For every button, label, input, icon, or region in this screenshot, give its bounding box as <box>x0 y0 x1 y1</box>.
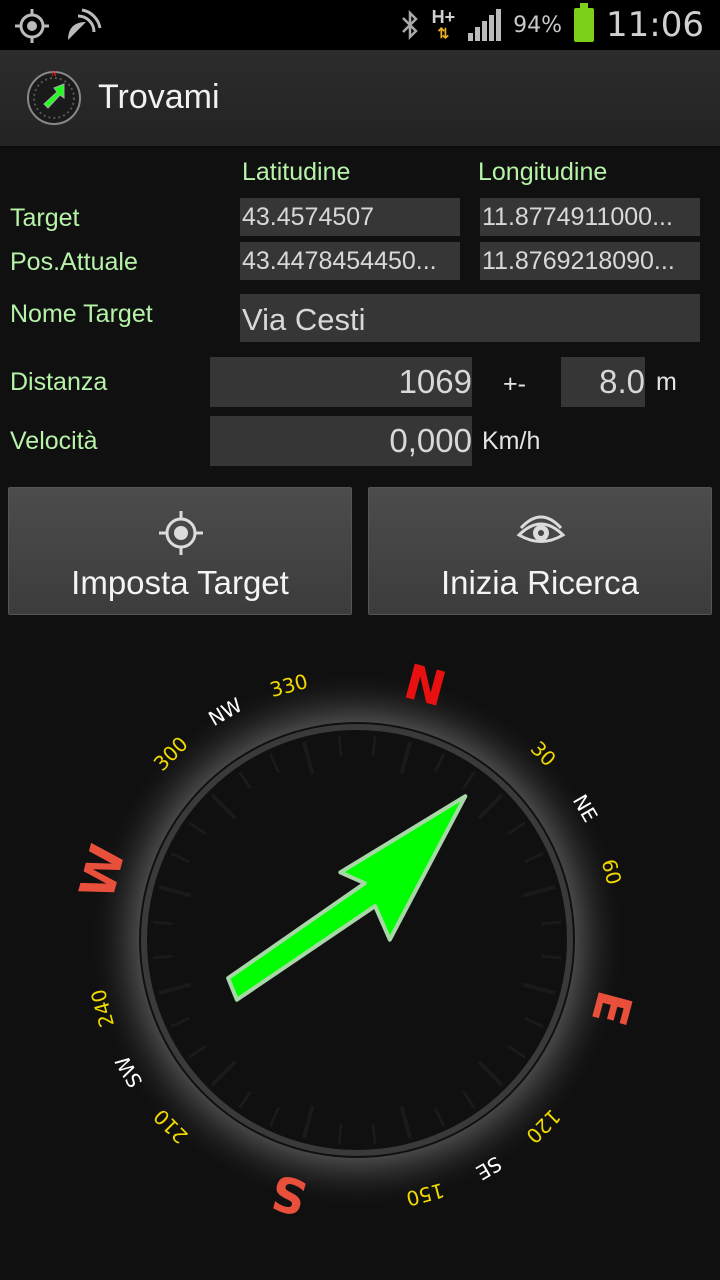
compass-tick <box>152 920 173 926</box>
signal-icon <box>468 9 502 41</box>
start-search-button[interactable]: Inizia Ricerca <box>368 487 712 615</box>
clock: 11:06 <box>606 5 704 45</box>
compass: N30NE60E120SE150S210SW240W300NW330 <box>69 654 642 1226</box>
app-title: Trovami <box>98 78 220 116</box>
action-bar: N Trovami <box>0 50 720 148</box>
current-lat-field: 43.4478454450... <box>240 242 460 280</box>
eye-icon <box>516 515 566 543</box>
current-position-label: Pos.Attuale <box>10 248 138 276</box>
distance-value: 1069 <box>210 357 472 407</box>
plusminus-label: +- <box>503 370 526 398</box>
compass-tick <box>371 735 377 756</box>
speed-unit: Km/h <box>482 427 541 455</box>
app-compass-icon[interactable]: N <box>24 68 84 128</box>
compass-tick <box>371 1124 377 1145</box>
crosshair-icon <box>159 511 203 555</box>
compass-tick <box>152 954 173 960</box>
compass-tick <box>541 954 562 960</box>
distance-unit: m <box>656 368 677 396</box>
set-target-button[interactable]: Imposta Target <box>8 487 352 615</box>
gps-icon <box>15 9 49 43</box>
target-lon-field: 11.8774911000... <box>480 198 700 236</box>
target-lat-field: 43.4574507 <box>240 198 460 236</box>
latitude-header: Latitudine <box>242 158 351 186</box>
compass-tick <box>337 1124 343 1145</box>
set-target-label: Imposta Target <box>71 564 289 601</box>
status-bar: H+ ⇅ 94% 11:06 <box>0 0 720 50</box>
speed-label: Velocità <box>10 427 98 455</box>
current-lon-field: 11.8769218090... <box>480 242 700 280</box>
svg-text:N: N <box>51 70 56 78</box>
start-search-label: Inizia Ricerca <box>440 564 640 601</box>
target-name-input[interactable]: Via Cesti <box>240 294 700 342</box>
target-label: Target <box>10 204 80 232</box>
battery-percent: 94% <box>513 12 563 38</box>
speed-value: 0,000 <box>210 416 472 466</box>
compass-tick <box>541 920 562 926</box>
satellite-icon <box>68 8 102 40</box>
distance-label: Distanza <box>10 368 108 396</box>
compass-tick <box>337 735 343 756</box>
longitude-header: Longitudine <box>478 158 608 186</box>
bluetooth-icon <box>401 9 418 41</box>
hplus-icon: H+ ⇅ <box>431 7 456 41</box>
battery-icon <box>574 3 595 42</box>
target-name-label: Nome Target <box>10 300 153 328</box>
accuracy-value: 8.0 <box>561 357 645 407</box>
